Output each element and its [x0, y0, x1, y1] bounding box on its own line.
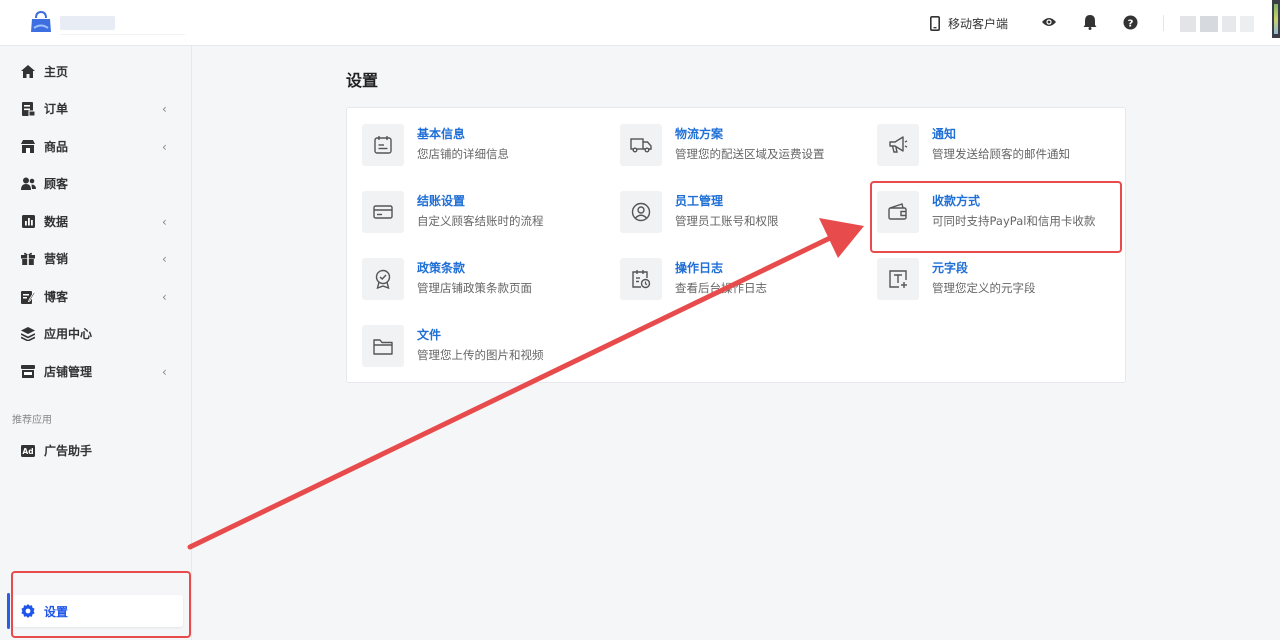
settings-tile-policies[interactable]: 政策条款 管理店铺政策条款页面 [362, 258, 612, 304]
window-scrollbar[interactable] [1272, 0, 1280, 38]
analytics-icon [20, 214, 36, 230]
settings-tile-metafields[interactable]: 元字段 管理您定义的元字段 [877, 258, 1127, 304]
settings-tile-shipping[interactable]: 物流方案 管理您的配送区域及运费设置 [620, 124, 870, 170]
page-title: 设置 [346, 71, 379, 90]
chevron-left-icon: ‹ [162, 364, 167, 379]
ad-icon: Ad [20, 443, 36, 459]
avatar [1180, 16, 1196, 32]
tile-description: 管理店铺政策条款页面 [417, 281, 532, 295]
sidebar-item-marketing[interactable]: 营销 ‹ [0, 240, 190, 277]
truck-icon [620, 124, 662, 166]
account-name-placeholder [1200, 16, 1218, 32]
tile-title: 结账设置 [417, 194, 466, 208]
tile-description: 查看后台操作日志 [675, 281, 767, 295]
sidebar-item-label: 数据 [44, 215, 69, 229]
store-icon [20, 364, 36, 380]
tile-title: 通知 [932, 127, 957, 141]
sidebar-item-store-management[interactable]: 店铺管理 ‹ [0, 353, 190, 390]
sidebar-item-home[interactable]: 主页 [0, 53, 190, 90]
sidebar: 主页 订单 ‹ 商品 ‹ 顾客 数据 ‹ 营销 ‹ 博客 ‹ 应用中心 店铺管理… [0, 46, 192, 640]
log-calendar-icon [620, 258, 662, 300]
account-name-placeholder [1240, 16, 1254, 32]
sidebar-item-label: 博客 [44, 290, 69, 304]
tile-description: 管理发送给顾客的邮件通知 [932, 147, 1070, 161]
tile-description: 自定义顾客结账时的流程 [417, 214, 544, 228]
customers-icon [20, 176, 36, 192]
account-menu[interactable] [1180, 14, 1260, 34]
sidebar-item-label: 主页 [44, 65, 69, 79]
chevron-left-icon: ‹ [162, 139, 167, 154]
tile-title: 政策条款 [417, 261, 466, 275]
apps-layers-icon [20, 326, 36, 342]
active-indicator [7, 593, 10, 629]
megaphone-icon [877, 124, 919, 166]
tile-description: 您店铺的详细信息 [417, 147, 509, 161]
tile-title: 元字段 [932, 261, 969, 275]
tile-title: 员工管理 [675, 194, 724, 208]
products-icon [20, 139, 36, 155]
svg-text:?: ? [1127, 18, 1133, 29]
tile-description: 管理员工账号和权限 [675, 214, 779, 228]
sidebar-item-label: 顾客 [44, 177, 69, 191]
sidebar-item-customers[interactable]: 顾客 [0, 165, 190, 202]
tile-title: 物流方案 [675, 127, 724, 141]
tile-description: 管理您上传的图片和视频 [417, 348, 544, 362]
settings-tile-files[interactable]: 文件 管理您上传的图片和视频 [362, 325, 612, 371]
sidebar-item-label: 商品 [44, 140, 69, 154]
sidebar-item-ad-assistant[interactable]: Ad 广告助手 [0, 432, 190, 469]
sidebar-item-label: 店铺管理 [44, 365, 93, 379]
badge-icon [362, 258, 404, 300]
chevron-left-icon: ‹ [162, 214, 167, 229]
chevron-left-icon: ‹ [162, 101, 167, 116]
marketing-icon [20, 251, 36, 267]
blog-icon [20, 289, 36, 305]
tile-description: 管理您定义的元字段 [932, 281, 1036, 295]
help-question-icon[interactable]: ? [1121, 13, 1139, 31]
mobile-client-label: 移动客户端 [948, 16, 1009, 31]
orders-icon [20, 101, 36, 117]
folder-icon [362, 325, 404, 367]
tile-description: 管理您的配送区域及运费设置 [675, 147, 825, 161]
sidebar-item-orders[interactable]: 订单 ‹ [0, 90, 190, 127]
sidebar-item-label: 订单 [44, 102, 69, 116]
highlight-settings [11, 571, 191, 638]
sidebar-item-label: 应用中心 [44, 327, 93, 341]
svg-text:Ad: Ad [22, 447, 33, 456]
sidebar-item-app-center[interactable]: 应用中心 [0, 315, 190, 352]
settings-tile-checkout[interactable]: 结账设置 自定义顾客结账时的流程 [362, 191, 612, 237]
sidebar-item-label: 广告助手 [44, 444, 93, 458]
settings-tile-basic-info[interactable]: 基本信息 您店铺的详细信息 [362, 124, 612, 170]
tile-title: 文件 [417, 328, 442, 342]
recommended-apps-heading: 推荐应用 [12, 415, 52, 426]
account-name-placeholder [1222, 16, 1236, 32]
store-logo-icon[interactable] [30, 10, 52, 34]
sidebar-item-analytics[interactable]: 数据 ‹ [0, 203, 190, 240]
tile-title: 操作日志 [675, 261, 724, 275]
chevron-left-icon: ‹ [162, 289, 167, 304]
sidebar-item-blog[interactable]: 博客 ‹ [0, 278, 190, 315]
store-name-underline [60, 34, 185, 35]
mobile-phone-icon [930, 15, 940, 31]
store-name-placeholder[interactable] [60, 16, 115, 30]
tile-title: 基本信息 [417, 127, 466, 141]
text-plus-icon [877, 258, 919, 300]
settings-tile-activity-log[interactable]: 操作日志 查看后台操作日志 [620, 258, 870, 304]
settings-tile-notifications[interactable]: 通知 管理发送给顾客的邮件通知 [877, 124, 1127, 170]
calendar-info-icon [362, 124, 404, 166]
top-bar: 移动客户端 ? [0, 0, 1280, 46]
mobile-client-button[interactable]: 移动客户端 [920, 8, 1018, 38]
settings-tile-staff[interactable]: 员工管理 管理员工账号和权限 [620, 191, 870, 237]
sidebar-item-products[interactable]: 商品 ‹ [0, 128, 190, 165]
preview-eye-icon[interactable] [1040, 13, 1058, 31]
user-circle-icon [620, 191, 662, 233]
notification-bell-icon[interactable] [1081, 13, 1099, 31]
highlight-payment-methods [870, 181, 1122, 253]
chevron-left-icon: ‹ [162, 251, 167, 266]
header-divider [1163, 15, 1164, 31]
home-icon [20, 64, 36, 80]
sidebar-item-label: 营销 [44, 252, 69, 266]
credit-card-icon [362, 191, 404, 233]
